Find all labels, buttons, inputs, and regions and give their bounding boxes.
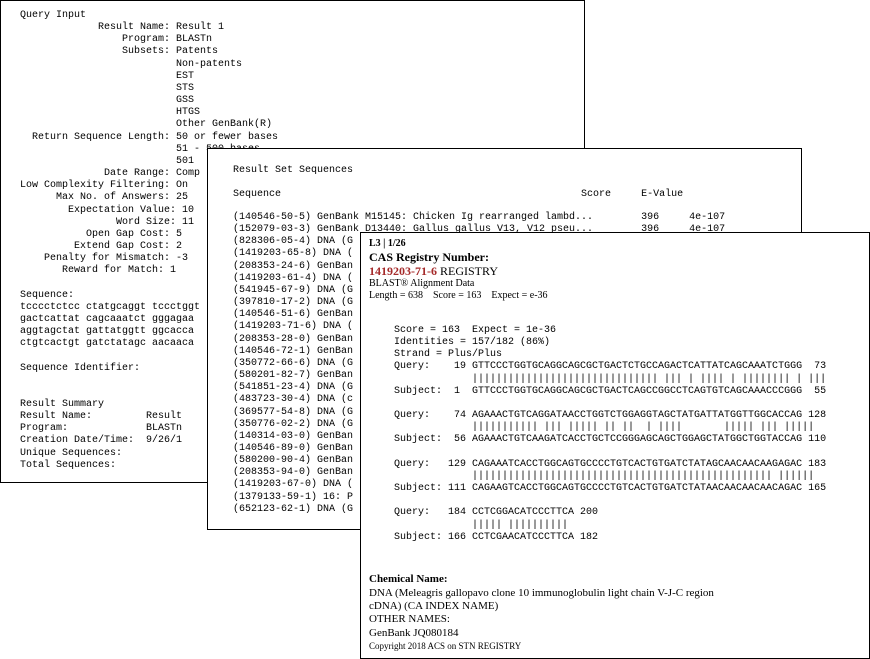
query-input-line: Other GenBank(R) (20, 119, 273, 131)
registry-number-line: 1419203-71-6 REGISTRY (369, 264, 498, 279)
answer-locator: L3 | 1/26 (369, 238, 406, 249)
alignment-line: Strand = Plus/Plus (394, 349, 503, 361)
blast-alignment-label: BLAST® Alignment Data (369, 278, 475, 289)
query-input-line: Non-patents (20, 58, 243, 70)
registry-word: REGISTRY (437, 264, 499, 278)
alignment-line: Query: 184 CCTCGGACATCCCTTCA 200 (394, 507, 599, 519)
alignment-line: ||||||||||||||||||||||||||||||| ||| | ||… (394, 373, 827, 385)
query-input-line: Query Input (20, 10, 87, 21)
alignment-line: Subject: 56 AGAAACTGTCAAGATCACCTGCTCCGGG… (394, 434, 827, 446)
result-row: (140546-50-5) GenBank M15145: Chicken Ig… (233, 212, 726, 223)
query-input-line: Program: BLASTn (20, 34, 213, 46)
query-input-line: EST (20, 70, 195, 82)
cas-registry-label: CAS Registry Number: (369, 250, 489, 264)
alignment-line: ||||||||||| ||| ||||| || || | |||| |||||… (394, 422, 815, 434)
alignment-line: Subject: 166 CCTCGAACATCCCTTCA 182 (394, 531, 599, 543)
alignment-line: ||||| |||||||||| (394, 519, 569, 531)
alignment-line (394, 495, 826, 507)
other-name: GenBank JQ080184 (369, 627, 459, 639)
query-input-line: Result Name: Result 1 (20, 22, 225, 34)
alignment-line (394, 447, 826, 459)
chemical-name-line-2: cDNA) (CA INDEX NAME) (369, 600, 499, 612)
copyright: Copyright 2018 ACS on STN REGISTRY (369, 641, 522, 651)
alignment-line: Subject: 111 CAGAAGTCACCTGGCAGTGCCCCTGTC… (394, 483, 827, 495)
chemical-name-label: Chemical Name: (369, 573, 448, 585)
query-input-line: Subsets: Patents (20, 46, 219, 58)
alignment-line: Score = 163 Expect = 1e-36 (394, 325, 557, 336)
alignment-line: Identities = 157/182 (86%) (394, 337, 551, 349)
other-names-label: OTHER NAMES: (369, 613, 450, 625)
alignment-summary: Length = 638 Score = 163 Expect = e-36 (369, 290, 548, 301)
registry-record-panel: L3 | 1/26 CAS Registry Number: 1419203-7… (360, 232, 870, 659)
query-input-line: Return Sequence Length: 50 or fewer base… (20, 131, 279, 143)
result-set-header: Sequence Score E-Value (233, 189, 684, 200)
alignment-line (394, 398, 826, 410)
alignment-line: ||||||||||||||||||||||||||||||||||||||||… (394, 470, 815, 482)
alignment-line: Query: 74 AGAAACTGTCAGGATAACCTGGTCTGGAGG… (394, 410, 827, 422)
alignment-line: Query: 19 GTTCCCTGGTGCAGGCAGCGCTGACTCTGC… (394, 361, 827, 373)
registry-number[interactable]: 1419203-71-6 (369, 264, 437, 278)
chemical-name-line-1: DNA (Meleagris gallopavo clone 10 immuno… (369, 587, 714, 599)
alignment-line: Subject: 1 GTTCCCTGGTGCAGGCAGCGCTGACTCAG… (394, 385, 827, 397)
result-set-title: Result Set Sequences (233, 165, 354, 176)
query-input-line: HTGS (20, 107, 201, 119)
query-input-line: STS (20, 82, 195, 94)
alignment-line: Query: 129 CAGAAATCACCTGGCAGTGCCCCTGTCAC… (394, 458, 827, 470)
alignment-block: Score = 163 Expect = 1e-36 Identities = 1… (394, 325, 826, 544)
query-input-line: GSS (20, 95, 195, 107)
